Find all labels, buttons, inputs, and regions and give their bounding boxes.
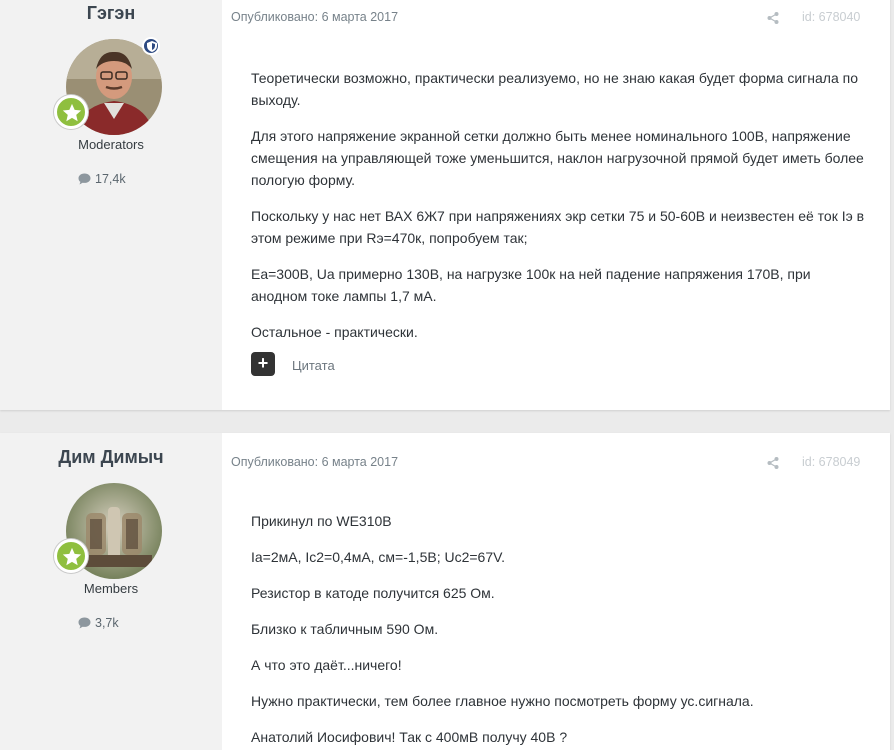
post-paragraph: Еа=300В, Ua примерно 130В, на нагрузке 1… [251, 266, 811, 304]
post-paragraph: Поскольку у нас нет ВАХ 6Ж7 при напряжен… [251, 208, 865, 246]
post-count: 3,7k [78, 616, 119, 630]
shield-icon [147, 41, 157, 52]
comment-icon [78, 173, 91, 185]
post-content: Прикинул по WE310B Ia=2мА, Ic2=0,4мА, cм… [251, 510, 870, 750]
share-button[interactable] [767, 456, 779, 474]
comment-icon [78, 617, 91, 629]
star-icon [62, 103, 82, 122]
post-paragraph: Остальное - практически. [251, 324, 418, 340]
share-icon [767, 457, 779, 469]
quote-button[interactable]: + [251, 352, 275, 376]
forum-post: Гэгэн Moderators 17,4k Опубликовано: 6 м… [0, 0, 890, 410]
published-date[interactable]: Опубликовано: 6 марта 2017 [231, 455, 398, 469]
post-count-value: 3,7k [95, 616, 119, 630]
author-panel: Гэгэн Moderators 17,4k [0, 0, 222, 410]
post-paragraph: Резистор в катоде получится 625 Ом. [251, 585, 495, 601]
author-name-link[interactable]: Гэгэн [0, 3, 222, 24]
rank-badge [54, 95, 88, 129]
post-id: id: 678040 [802, 10, 861, 24]
post-paragraph: Близко к табличным 590 Ом. [251, 621, 439, 637]
forum-post: Дим Димыч Members 3,7k Опубликовано: 6 м… [0, 433, 890, 750]
rank-badge [54, 539, 88, 573]
post-paragraph: Анатолий Иосифович! Так с 400мВ получу 4… [251, 729, 568, 745]
post-paragraph: Прикинул по WE310B [251, 513, 392, 529]
share-button[interactable] [767, 11, 779, 29]
post-content: Теоретически возможно, практически реали… [251, 67, 870, 357]
post-paragraph: Теоретически возможно, практически реали… [251, 70, 858, 108]
author-panel: Дим Димыч Members 3,7k [0, 433, 222, 750]
author-name-link[interactable]: Дим Димыч [0, 447, 222, 468]
author-avatar[interactable] [54, 37, 162, 135]
author-group: Members [83, 581, 139, 596]
post-paragraph: А что это даёт...ничего! [251, 657, 402, 673]
quote-label[interactable]: Цитата [292, 358, 335, 373]
post-count-value: 17,4k [95, 172, 126, 186]
author-avatar[interactable] [54, 483, 162, 579]
post-paragraph: Нужно практически, тем более главное нуж… [251, 693, 754, 709]
post-paragraph: Для этого напряжение экранной сетки долж… [251, 128, 864, 188]
author-group: Moderators [78, 137, 144, 152]
post-count: 17,4k [78, 172, 126, 186]
post-paragraph: Ia=2мА, Ic2=0,4мА, cм=-1,5В; Uc2=67V. [251, 549, 506, 565]
published-date[interactable]: Опубликовано: 6 марта 2017 [231, 10, 398, 24]
star-icon [62, 547, 82, 566]
post-id: id: 678049 [802, 455, 861, 469]
share-icon [767, 12, 779, 24]
moderator-badge [142, 37, 160, 55]
